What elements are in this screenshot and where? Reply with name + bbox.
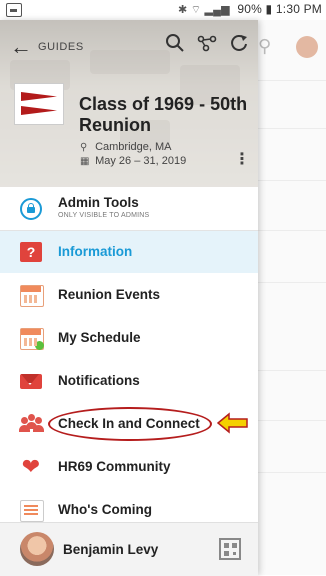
event-location-text: Cambridge, MA xyxy=(95,141,172,153)
question-icon: ? xyxy=(20,242,42,262)
menu-item-information[interactable]: ? Information xyxy=(0,231,258,273)
event-logo xyxy=(14,83,64,125)
menu-item-admin-tools[interactable]: Admin Tools ONLY VISIBLE TO ADMINS xyxy=(0,188,258,230)
background-divider xyxy=(258,80,326,81)
background-divider xyxy=(258,282,326,283)
background-divider xyxy=(258,180,326,181)
background-divider xyxy=(258,472,326,473)
lock-icon xyxy=(20,198,42,220)
attendee-list-icon xyxy=(20,500,44,522)
drawer-header: ← GUIDES Class of 1969 - 50th Reunion ⚲ … xyxy=(0,20,258,187)
annotation-ellipse xyxy=(48,407,212,441)
qr-code-icon[interactable] xyxy=(219,538,241,560)
menu-item-reunion-events[interactable]: Reunion Events xyxy=(0,274,258,316)
menu-item-my-schedule[interactable]: My Schedule xyxy=(0,317,258,359)
event-dates-text: May 26 – 31, 2019 xyxy=(95,155,187,167)
navigation-drawer: ← GUIDES Class of 1969 - 50th Reunion ⚲ … xyxy=(0,20,258,576)
menu-item-label: Admin Tools xyxy=(58,195,139,210)
heart-icon: ❤ xyxy=(21,454,41,479)
event-dates: ▦ May 26 – 31, 2019 xyxy=(80,155,186,167)
more-options-icon[interactable]: ⋮ xyxy=(232,150,252,170)
user-name: Benjamin Levy xyxy=(63,542,159,557)
user-footer[interactable]: Benjamin Levy xyxy=(0,522,258,576)
calendar-small-icon: ▦ xyxy=(80,156,90,167)
event-location: ⚲ Cambridge, MA xyxy=(80,141,171,153)
menu-item-label: Notifications xyxy=(58,373,140,388)
background-avatar xyxy=(296,36,318,58)
status-right: ✱ ⌔ ▂▄▆ 90% ▮ 1:30 PM xyxy=(178,2,322,17)
search-icon[interactable] xyxy=(160,32,190,62)
calendar-icon xyxy=(20,285,44,307)
background-divider xyxy=(258,128,326,129)
menu-item-label: Reunion Events xyxy=(58,287,161,302)
share-icon[interactable] xyxy=(192,32,222,62)
menu-item-sublabel: ONLY VISIBLE TO ADMINS xyxy=(58,212,150,219)
back-arrow-icon[interactable]: ← xyxy=(6,32,36,62)
signal-icons: ✱ ⌔ ▂▄▆ xyxy=(178,4,230,16)
battery-level: 90% xyxy=(237,2,262,16)
status-bar: ✱ ⌔ ▂▄▆ 90% ▮ 1:30 PM xyxy=(0,0,326,20)
menu-item-label: Who's Coming xyxy=(58,502,152,517)
background-search-icon: ⚲ xyxy=(258,36,272,56)
people-icon xyxy=(19,414,44,434)
background-app: ⚲ xyxy=(258,20,326,575)
clock: 1:30 PM xyxy=(275,2,322,16)
gallery-notification-icon xyxy=(6,3,22,17)
background-divider xyxy=(258,370,326,371)
drawer-top-bar: ← GUIDES xyxy=(0,30,258,64)
annotation-arrow-icon xyxy=(217,412,248,434)
avatar xyxy=(20,532,54,566)
event-title: Class of 1969 - 50th Reunion xyxy=(79,94,248,135)
background-divider xyxy=(258,230,326,231)
menu-item-label: Information xyxy=(58,244,133,259)
guides-label: GUIDES xyxy=(38,41,84,53)
menu-item-notifications[interactable]: Notifications xyxy=(0,360,258,402)
schedule-icon xyxy=(20,328,44,350)
mail-icon xyxy=(20,374,42,389)
check-badge-icon xyxy=(35,341,44,350)
menu-item-label: My Schedule xyxy=(58,330,141,345)
menu-item-hr69-community[interactable]: ❤ HR69 Community xyxy=(0,446,258,488)
refresh-icon[interactable] xyxy=(224,32,254,62)
battery-icon: ▮ xyxy=(265,2,273,16)
menu-item-label: HR69 Community xyxy=(58,459,171,474)
location-pin-icon: ⚲ xyxy=(80,142,88,153)
background-divider xyxy=(258,420,326,421)
